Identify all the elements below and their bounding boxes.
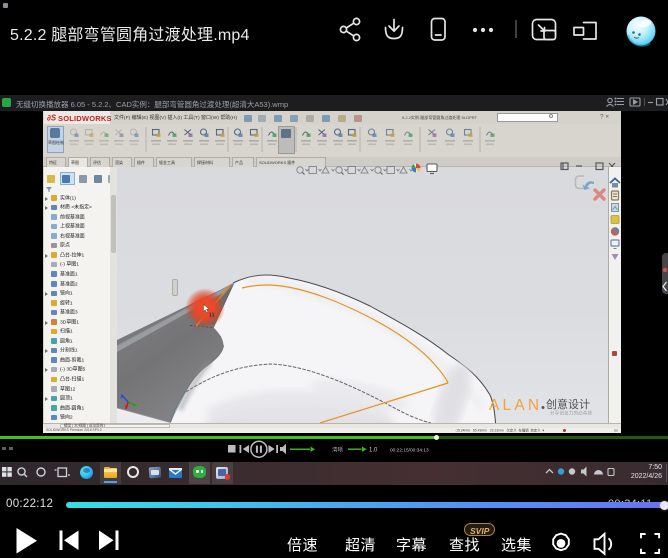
svg-text:ALAN: ALAN [489,397,542,414]
svg-text:创意设计: 创意设计 [546,397,590,411]
svg-text:清晰: 清晰 [332,445,344,453]
svg-text:1.0: 1.0 [369,447,378,453]
svg-text:00:22:15/00:34:13: 00:22:15/00:34:13 [390,447,429,453]
svg-text:分享创造力的必杀技: 分享创造力的必杀技 [550,410,593,417]
